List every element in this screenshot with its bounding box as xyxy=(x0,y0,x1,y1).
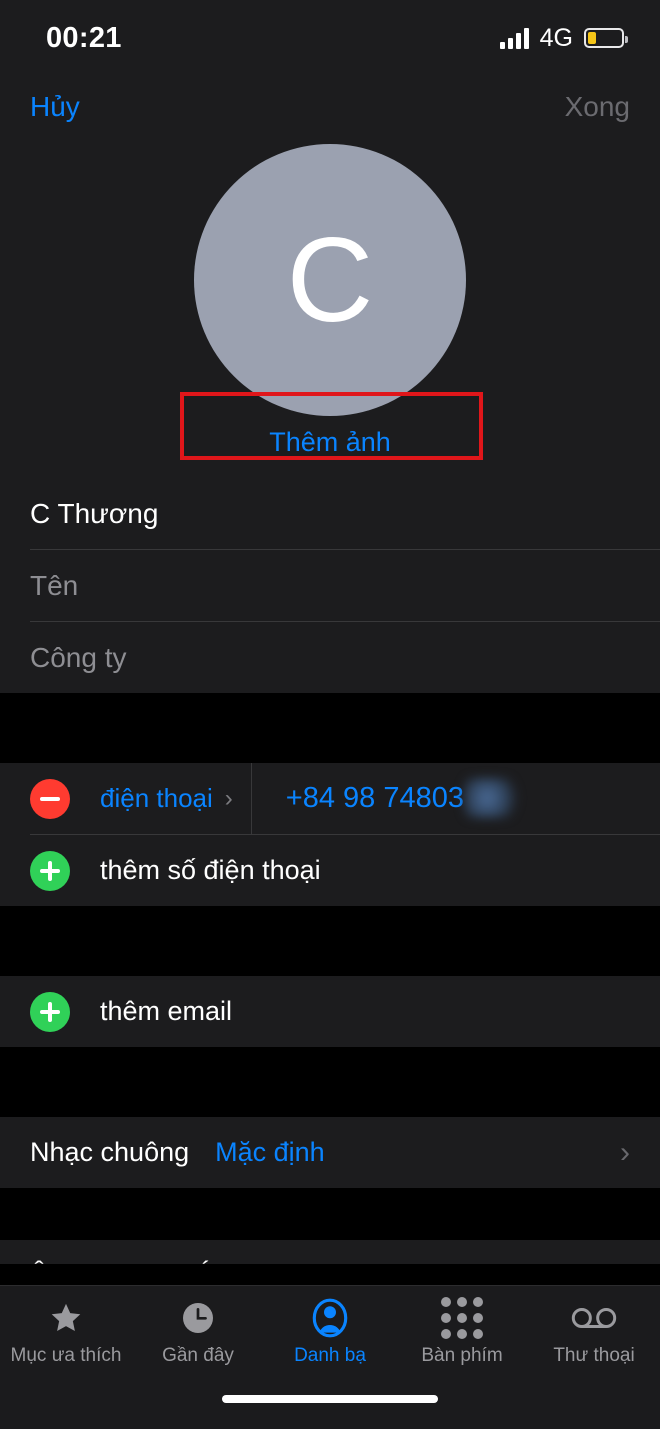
section-gap xyxy=(0,906,660,976)
status-bar: 00:21 4G xyxy=(0,0,660,76)
avatar-header: C Thêm ảnh xyxy=(0,138,660,478)
tab-keypad[interactable]: Bàn phím xyxy=(396,1297,528,1367)
vertical-divider xyxy=(250,763,252,834)
add-email-label: thêm email xyxy=(100,996,233,1026)
phone-label[interactable]: điện thoại xyxy=(100,783,213,814)
content-spacer xyxy=(0,1264,660,1285)
navigation-bar: Hủy Xong xyxy=(0,76,660,138)
clock-icon xyxy=(180,1298,216,1338)
section-gap xyxy=(0,1188,660,1240)
phone-section: điện thoại › +84 98 74803 thêm số điện t… xyxy=(0,763,660,906)
avatar-initial: C xyxy=(286,213,374,347)
last-name-value: C Thương xyxy=(30,497,159,529)
company-field[interactable]: Công ty xyxy=(0,622,660,693)
section-gap xyxy=(0,693,660,763)
star-icon xyxy=(48,1298,84,1338)
first-name-field[interactable]: Tên xyxy=(0,550,660,621)
plus-circle-icon[interactable] xyxy=(30,850,70,891)
minus-circle-icon[interactable] xyxy=(30,778,70,819)
section-gap xyxy=(0,1047,660,1117)
keypad-icon xyxy=(441,1297,483,1339)
text-tone-value: Mặc định xyxy=(253,1260,363,1264)
voicemail-icon xyxy=(571,1298,617,1338)
person-circle-icon xyxy=(311,1298,349,1338)
network-type-label: 4G xyxy=(539,23,573,52)
text-tone-row[interactable]: Âm báo tin nhắn Mặc định › xyxy=(0,1240,660,1264)
add-photo-button[interactable]: Thêm ảnh xyxy=(0,406,660,478)
status-time: 00:21 xyxy=(46,21,122,54)
tab-contacts[interactable]: Danh bạ xyxy=(264,1298,396,1367)
chevron-right-icon: › xyxy=(620,1135,630,1169)
tab-favorites-label: Mục ưa thích xyxy=(10,1345,122,1366)
phone-number-value[interactable]: +84 98 74803 xyxy=(286,778,522,818)
add-phone-label: thêm số điện thoại xyxy=(100,855,321,885)
battery-low-power-icon xyxy=(584,28,628,48)
ringtone-label: Nhạc chuông xyxy=(30,1137,190,1167)
phone-entry-row[interactable]: điện thoại › +84 98 74803 xyxy=(0,763,660,834)
add-email-row[interactable]: thêm email xyxy=(0,976,660,1047)
first-name-placeholder: Tên xyxy=(30,569,79,601)
ringtone-section: Nhạc chuông Mặc định › xyxy=(0,1117,660,1188)
done-button[interactable]: Xong xyxy=(565,91,630,123)
home-indicator[interactable] xyxy=(222,1395,438,1403)
chevron-right-icon: › xyxy=(620,1260,630,1264)
tab-favorites[interactable]: Mục ưa thích xyxy=(0,1298,132,1367)
tab-bar: Mục ưa thích Gần đây Danh bạ Bàn phím Th… xyxy=(0,1285,660,1395)
redaction-blur xyxy=(463,778,522,818)
status-indicators: 4G xyxy=(499,23,628,53)
chevron-right-icon: › xyxy=(224,784,233,812)
avatar[interactable]: C xyxy=(194,144,466,416)
tab-keypad-label: Bàn phím xyxy=(421,1345,503,1366)
add-phone-row[interactable]: thêm số điện thoại xyxy=(0,835,660,906)
email-section: thêm email xyxy=(0,976,660,1047)
last-name-field[interactable]: C Thương xyxy=(0,478,660,549)
text-tone-label: Âm báo tin nhắn xyxy=(30,1260,227,1264)
add-photo-label: Thêm ảnh xyxy=(269,426,391,457)
ringtone-value: Mặc định xyxy=(215,1137,325,1167)
tab-voicemail-label: Thư thoại xyxy=(553,1345,635,1366)
home-indicator-area xyxy=(0,1395,660,1429)
tab-contacts-label: Danh bạ xyxy=(294,1345,366,1366)
ringtone-row[interactable]: Nhạc chuông Mặc định › xyxy=(0,1117,660,1188)
plus-circle-icon[interactable] xyxy=(30,991,70,1032)
signal-bars-icon xyxy=(499,27,529,49)
contact-edit-screen: 00:21 4G Hủy Xong C Thêm ảnh C Thương Tê… xyxy=(0,0,660,1429)
tab-recents-label: Gần đây xyxy=(162,1345,234,1366)
tab-recents[interactable]: Gần đây xyxy=(132,1298,264,1367)
tab-voicemail[interactable]: Thư thoại xyxy=(528,1298,660,1367)
text-tone-section: Âm báo tin nhắn Mặc định › xyxy=(0,1240,660,1264)
company-placeholder: Công ty xyxy=(30,641,127,673)
name-section: C Thương Tên Công ty xyxy=(0,478,660,693)
cancel-button[interactable]: Hủy xyxy=(30,91,80,123)
